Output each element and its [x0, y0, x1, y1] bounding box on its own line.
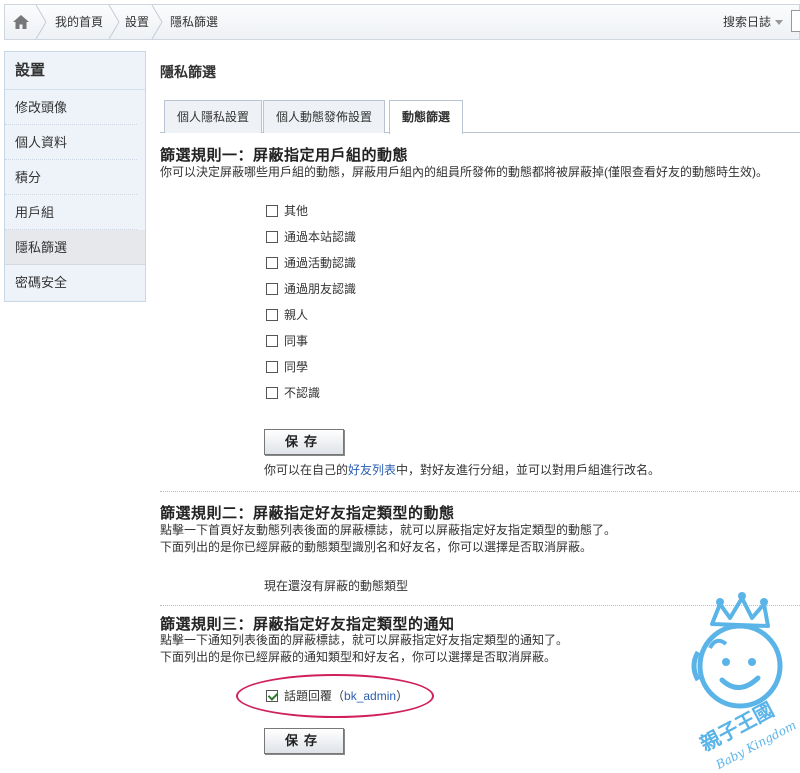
checkbox[interactable]: [266, 283, 278, 295]
breadcrumb: 我的首頁 設置 隱私篩選 搜索日誌: [4, 4, 800, 40]
note-text: 中，對好友進行分組，並可以對用戶組進行改名。: [396, 463, 661, 477]
highlight-annotation: [236, 674, 434, 718]
group-label: 親人: [284, 308, 309, 322]
group-checkbox-row[interactable]: 通過活動認識: [266, 255, 356, 271]
search-input[interactable]: [791, 10, 800, 32]
rule3-title: 篩選規則三：屏蔽指定好友指定類型的通知: [160, 617, 455, 633]
group-label: 同事: [284, 334, 309, 348]
save-button[interactable]: 保存: [264, 728, 344, 754]
breadcrumb-separator: [35, 5, 47, 39]
rule2-title: 篩選規則二：屏蔽指定好友指定類型的動態: [160, 506, 455, 522]
group-label: 不認識: [284, 386, 321, 400]
page-title: 隱私篩選: [160, 64, 216, 80]
group-label: 通過朋友認識: [284, 282, 357, 296]
sidebar-item-privacy-filter[interactable]: 隱私篩選: [5, 230, 145, 265]
breadcrumb-current: 隱私篩選: [170, 15, 219, 29]
checkbox[interactable]: [266, 309, 278, 321]
no-blocked-types-message: 現在還沒有屏蔽的動態類型: [264, 579, 409, 593]
breadcrumb-home-link[interactable]: 我的首頁: [55, 5, 103, 39]
rule3-description-line1: 點擊一下通知列表後面的屏蔽標誌，就可以屏蔽指定好友指定類型的通知了。: [160, 633, 569, 647]
breadcrumb-separator: [108, 5, 120, 39]
checkbox[interactable]: [266, 257, 278, 269]
group-label: 其他: [284, 204, 309, 218]
sidebar-title: 設置: [5, 52, 145, 90]
group-checkbox-row[interactable]: 同學: [266, 359, 308, 375]
section-divider: [160, 491, 800, 492]
friend-list-link[interactable]: 好友列表: [348, 463, 396, 477]
baby-kingdom-logo: 親子王國 Baby Kingdom: [691, 592, 799, 772]
friend-list-note: 你可以在自己的好友列表中，對好友進行分組，並可以對用戶組進行改名。: [264, 461, 660, 478]
tab-personal-privacy[interactable]: 個人隱私設置: [164, 100, 263, 133]
checkbox[interactable]: [266, 335, 278, 347]
rule3-description-line2: 下面列出的是你已經屏蔽的通知類型和好友名，你可以選擇是否取消屏蔽。: [160, 650, 557, 664]
rule2-description-line2: 下面列出的是你已經屏蔽的動態類型識別名和好友名，你可以選擇是否取消屏蔽。: [160, 540, 593, 554]
group-checkbox-row[interactable]: 通過朋友認識: [266, 281, 356, 297]
checkbox[interactable]: [266, 231, 278, 243]
breadcrumb-settings-link[interactable]: 設置: [125, 5, 149, 39]
group-checkbox-row[interactable]: 通過本站認識: [266, 229, 356, 245]
sidebar-item-credits[interactable]: 積分: [5, 160, 137, 195]
sidebar-item-password-security[interactable]: 密碼安全: [5, 265, 137, 300]
rule1-description: 你可以決定屏蔽哪些用戶組的動態，屏蔽用戶組內的組員所發佈的動態都將被屏蔽掉(僅限…: [160, 165, 768, 179]
settings-sidebar: 設置 修改頭像 個人資料 積分 用戶組 隱私篩選 密碼安全: [4, 51, 146, 302]
chevron-down-icon[interactable]: [775, 20, 783, 25]
tab-bar: 個人隱私設置 個人動態發佈設置 動態篩選: [160, 100, 800, 134]
checkbox[interactable]: [266, 205, 278, 217]
rule1-title: 篩選規則一：屏蔽指定用戶組的動態: [160, 148, 409, 164]
search-blog-dropdown[interactable]: 搜索日誌: [723, 5, 771, 39]
sidebar-item-profile[interactable]: 個人資料: [5, 125, 137, 160]
group-checkbox-row[interactable]: 親人: [266, 307, 308, 323]
group-label: 通過本站認識: [284, 230, 357, 244]
group-checkbox-row[interactable]: 同事: [266, 333, 308, 349]
home-icon[interactable]: [11, 12, 31, 32]
checkbox[interactable]: [266, 361, 278, 373]
rule2-description-line1: 點擊一下首頁好友動態列表後面的屏蔽標誌，就可以屏蔽指定好友指定類型的動態了。: [160, 523, 617, 537]
note-text: 你可以在自己的: [264, 463, 349, 477]
tab-activity-publishing[interactable]: 個人動態發佈設置: [263, 100, 386, 133]
save-button[interactable]: 保存: [264, 429, 344, 455]
checkbox[interactable]: [266, 387, 278, 399]
sidebar-item-avatar[interactable]: 修改頭像: [5, 90, 137, 125]
group-checkbox-row[interactable]: 不認識: [266, 385, 320, 401]
group-checkbox-row[interactable]: 其他: [266, 203, 308, 219]
group-label: 同學: [284, 360, 309, 374]
sidebar-item-usergroup[interactable]: 用戶組: [5, 195, 137, 230]
tab-activity-filter[interactable]: 動態篩選: [389, 100, 464, 134]
group-label: 通過活動認識: [284, 256, 357, 270]
breadcrumb-separator: [151, 5, 163, 39]
